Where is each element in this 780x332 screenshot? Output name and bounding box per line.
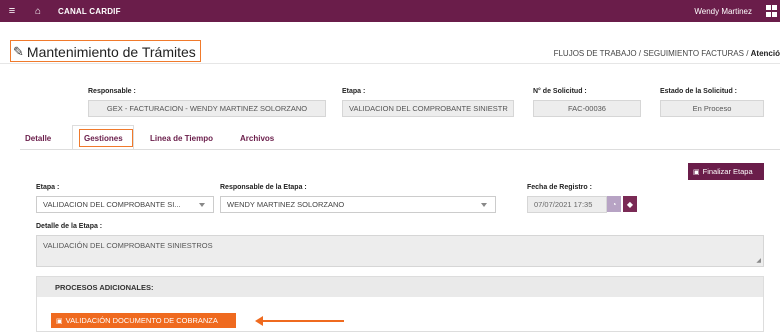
tab-archivos[interactable]: Archivos [240,134,274,143]
chevron-down-icon [199,203,205,207]
detalle-etapa-textarea[interactable]: VALIDACIÓN DEL COMPROBANTE SINIESTROS ◢ [36,235,764,267]
solicitud-label: N° de Solicitud : [533,88,587,95]
responsable-etapa-label: Responsable de la Etapa : [220,184,307,191]
tab-gestiones-highlight [79,129,133,147]
responsable-field: GEX - FACTURACION - WENDY MARTINEZ SOLOR… [88,100,326,117]
breadcrumb-current: Atenció [750,49,780,58]
top-navbar: ≡ ⌂ CANAL CARDIF Wendy Martinez [0,0,780,22]
estado-label: Estado de la Solicitud : [660,88,738,95]
etapa-label: Etapa : [36,184,60,191]
responsable-label: Responsable : [88,88,136,95]
solicitud-field: FAC-00036 [533,100,641,117]
tab-linea-de-tiempo[interactable]: Linea de Tiempo [150,134,213,143]
responsable-etapa-value: WENDY MARTINEZ SOLORZANO [227,200,345,209]
page-title: Mantenimiento de Trámites [26,44,196,60]
tab-detalle[interactable]: Detalle [25,134,51,143]
detalle-etapa-value: VALIDACIÓN DEL COMPROBANTE SINIESTROS [43,241,213,250]
brand-name[interactable]: CANAL CARDIF [58,7,121,16]
etapa-summary-field: VALIDACION DEL COMPROBANTE SINIESTR [342,100,514,117]
user-name[interactable]: Wendy Martinez [694,7,752,16]
validacion-documento-label: VALIDACIÓN DOCUMENTO DE COBRANZA [65,316,218,325]
etapa-select[interactable]: VALIDACION DEL COMPROBANTE SI... [36,196,214,213]
detalle-etapa-label: Detalle de la Etapa : [36,223,103,230]
home-icon[interactable]: ⌂ [28,6,48,17]
fecha-registro-field: 07/07/2021 17:35 [527,196,607,213]
tabs-divider [20,149,780,150]
estado-field: En Proceso [660,100,764,117]
finalize-stage-button[interactable]: ▣ Finalizar Etapa [688,163,764,180]
arrow-line [262,320,344,322]
clipboard-icon: ▣ [56,317,63,325]
chevron-down-icon [481,203,487,207]
validacion-documento-button[interactable]: ▣ VALIDACIÓN DOCUMENTO DE COBRANZA [51,313,236,328]
etapa-select-value: VALIDACION DEL COMPROBANTE SI... [43,200,181,209]
edit-icon: ✎ [13,44,24,59]
clock-icon[interactable]: ◔ [607,196,621,212]
etapa-summary-label: Etapa : [342,88,366,95]
responsable-etapa-select[interactable]: WENDY MARTINEZ SOLORZANO [220,196,496,213]
clipboard-icon: ▣ [693,168,700,176]
procesos-adicionales-header: PROCESOS ADICIONALES: [37,277,763,297]
grid-icon[interactable] [766,5,778,17]
breadcrumb: FLUJOS DE TRABAJO / SEGUIMIENTO FACTURAS… [554,49,780,58]
finalize-stage-label: Finalizar Etapa [702,167,753,176]
fecha-registro-label: Fecha de Registro : [527,184,592,191]
resize-icon[interactable]: ◢ [756,257,761,264]
breadcrumb-path[interactable]: FLUJOS DE TRABAJO / SEGUIMIENTO FACTURAS… [554,49,751,58]
hamburger-icon[interactable]: ≡ [2,5,22,17]
eraser-icon[interactable]: ◆ [623,196,637,212]
page-title-box: ✎ Mantenimiento de Trámites [10,40,201,62]
